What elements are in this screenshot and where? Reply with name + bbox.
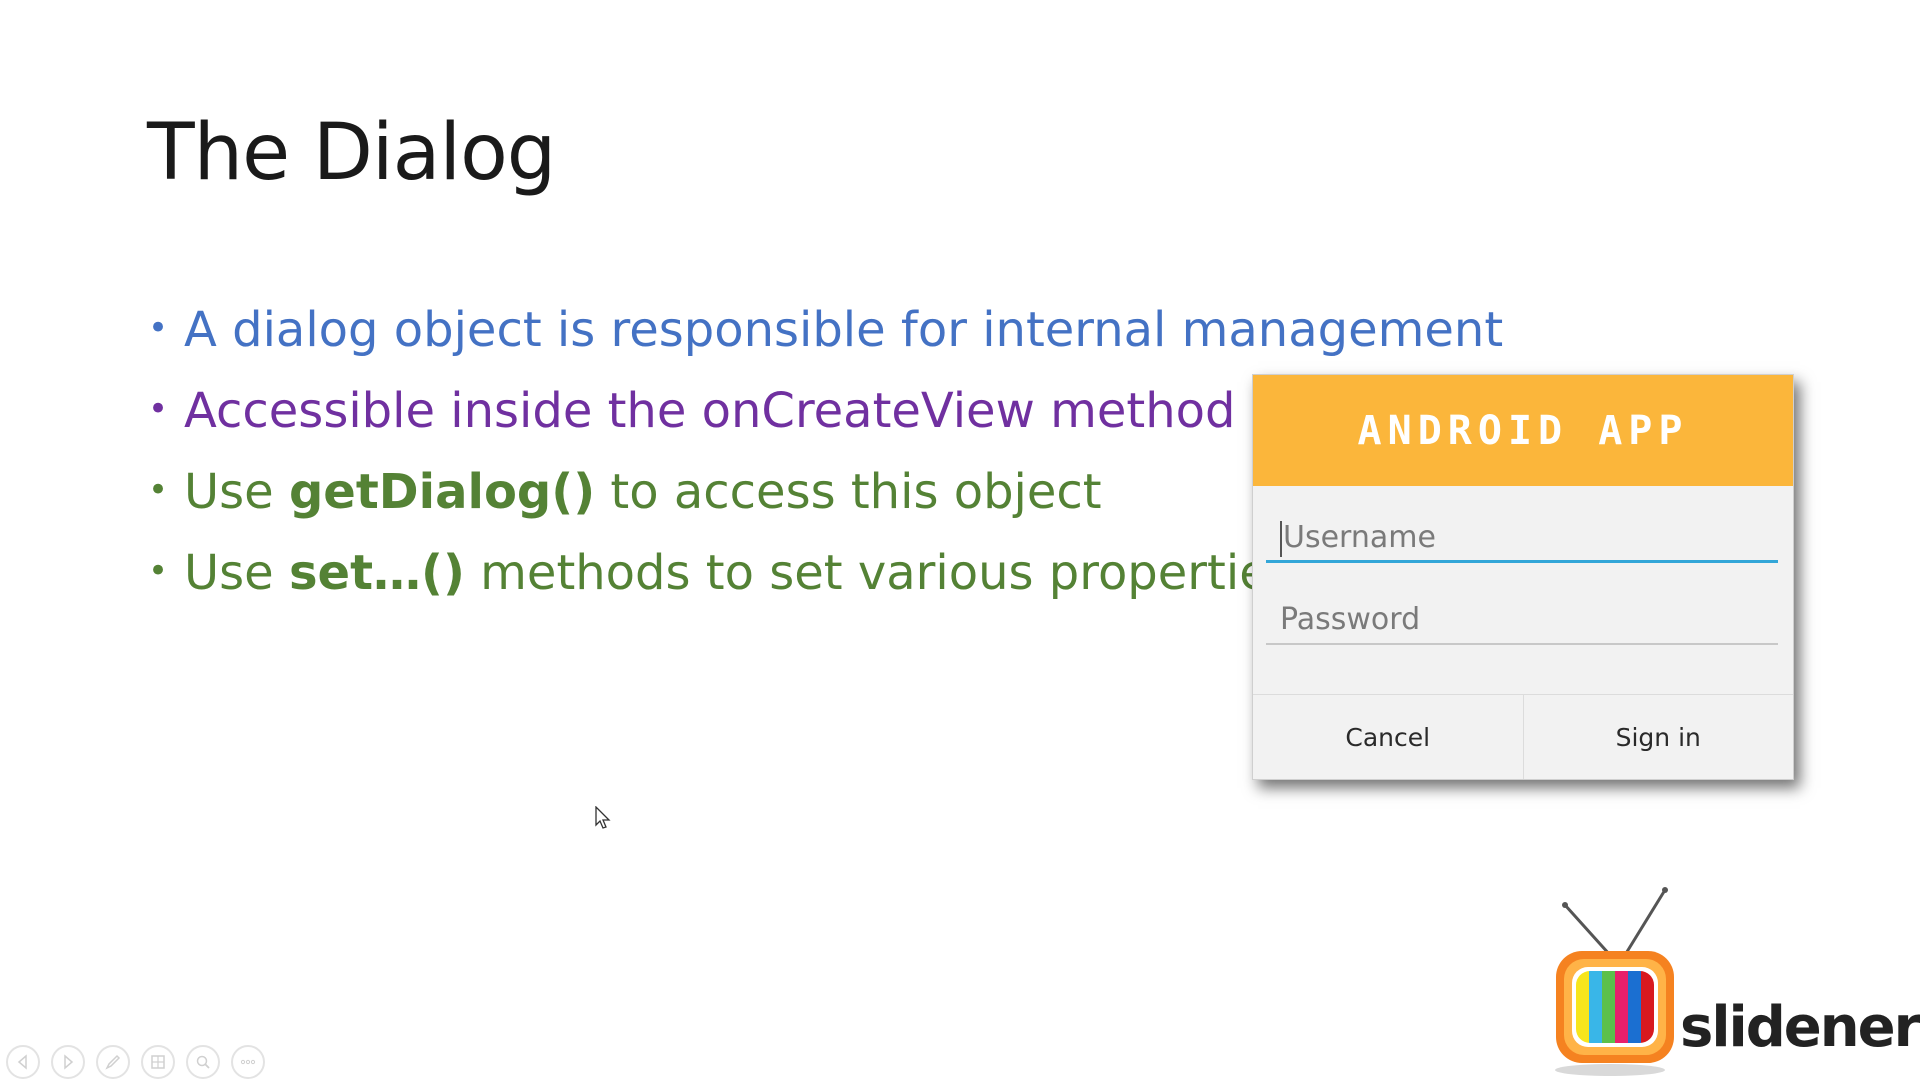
pen-icon[interactable] (96, 1045, 130, 1079)
mouse-cursor-icon (595, 806, 611, 829)
more-icon[interactable] (231, 1045, 265, 1079)
password-placeholder: Password (1280, 602, 1421, 637)
bullet-text-pre: Use (184, 464, 289, 520)
slides-icon[interactable] (141, 1045, 175, 1079)
bullet-text: A dialog object is responsible for inter… (184, 302, 1504, 358)
previous-icon[interactable] (6, 1045, 40, 1079)
bullet-dot: • (148, 308, 169, 348)
slideshow-toolbar (6, 1045, 265, 1079)
sign-in-button: Sign in (1522, 695, 1794, 779)
slide-title: The Dialog (147, 108, 556, 198)
dialog-header-title: ANDROID APP (1357, 407, 1689, 454)
bullet-item: • A dialog object is responsible for int… (146, 290, 1503, 371)
bullet-dot: • (148, 470, 169, 510)
bullet-text-post: methods to set various properties (464, 545, 1294, 601)
slidenerd-wordmark: slidenerd (1680, 995, 1920, 1060)
bullet-dot: • (148, 551, 169, 591)
bullet-text-bold: getDialog() (288, 464, 596, 520)
username-field: Username (1266, 513, 1778, 563)
dialog-header: ANDROID APP (1253, 375, 1793, 486)
zoom-icon[interactable] (186, 1045, 220, 1079)
bullet-dot: • (148, 389, 169, 429)
cancel-button: Cancel (1345, 722, 1431, 752)
bullet-text-pre: Use (184, 545, 289, 601)
next-icon[interactable] (51, 1045, 85, 1079)
text-caret (1280, 520, 1282, 557)
dialog-button-bar: Cancel Sign in (1253, 694, 1793, 779)
bullet-text-post: to access this object (595, 464, 1102, 520)
bullet-text-bold: set…() (288, 545, 465, 601)
username-placeholder: Username (1283, 520, 1436, 555)
password-field: Password (1266, 595, 1778, 645)
android-dialog-image: ANDROID APP Username Password Cancel Sig… (1252, 374, 1794, 780)
bullet-text: Accessible inside the onCreateView metho… (184, 383, 1236, 439)
